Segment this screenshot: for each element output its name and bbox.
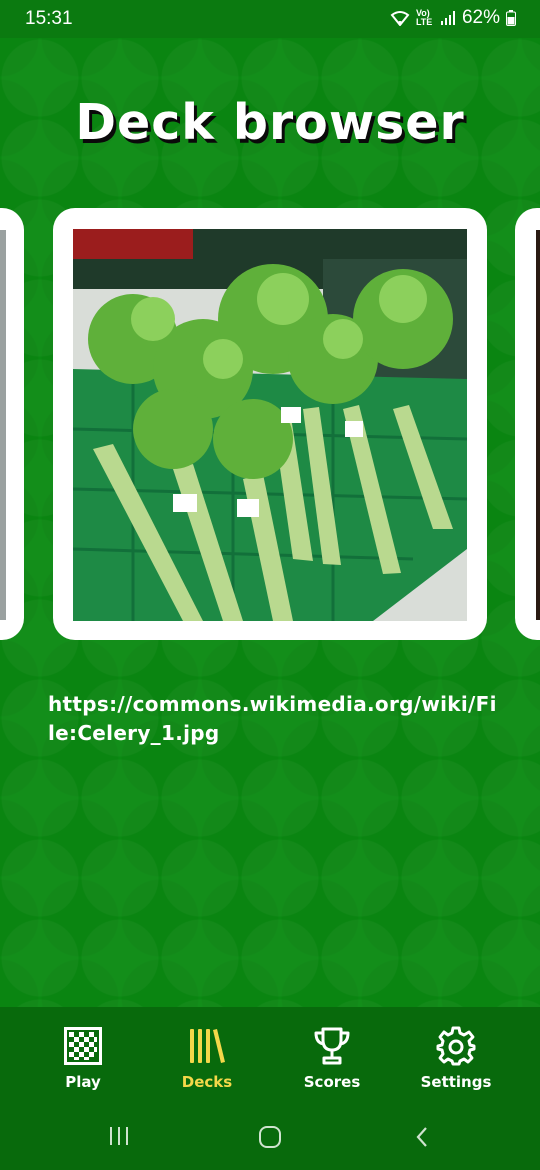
library-icon xyxy=(152,1025,262,1067)
previous-deck-image xyxy=(0,230,6,620)
deck-image xyxy=(73,229,467,621)
bottom-navigation: Play Decks Scores Settings xyxy=(0,1007,540,1105)
gear-icon xyxy=(401,1025,511,1067)
deck-source-url[interactable]: https://commons.wikimedia.org/wiki/File:… xyxy=(48,690,498,748)
trophy-icon xyxy=(277,1025,387,1067)
next-deck-card[interactable] xyxy=(515,208,540,640)
current-deck-card[interactable] xyxy=(53,208,487,640)
recents-icon[interactable] xyxy=(108,1125,130,1151)
nav-play-label: Play xyxy=(65,1073,101,1091)
nav-settings[interactable]: Settings xyxy=(401,1025,511,1091)
grid-icon xyxy=(28,1025,138,1067)
page-title: Deck browser xyxy=(75,94,465,151)
nav-play[interactable]: Play xyxy=(28,1025,138,1091)
deck-browser-screen: Deck browser https://commons.wikimedia.o… xyxy=(0,38,540,1007)
signal-icon xyxy=(440,11,455,25)
next-deck-image xyxy=(536,230,540,620)
wifi-icon xyxy=(390,11,410,26)
nav-scores[interactable]: Scores xyxy=(277,1025,387,1091)
nav-decks-label: Decks xyxy=(181,1073,233,1091)
nav-decks[interactable]: Decks xyxy=(152,1025,262,1091)
status-icons: Vo) LTE 62% xyxy=(390,7,516,29)
back-icon[interactable] xyxy=(412,1125,432,1153)
status-bar: 15:31 Vo) LTE 62% xyxy=(0,0,540,38)
previous-deck-card[interactable] xyxy=(0,208,24,640)
status-time: 15:31 xyxy=(25,8,73,29)
nav-scores-label: Scores xyxy=(303,1073,361,1091)
home-icon[interactable] xyxy=(258,1125,282,1153)
battery-percent: 62% xyxy=(461,7,500,28)
system-navigation-bar xyxy=(0,1105,540,1170)
battery-icon xyxy=(506,10,516,26)
lte-icon: Vo) LTE xyxy=(415,8,433,27)
nav-settings-label: Settings xyxy=(420,1073,492,1091)
